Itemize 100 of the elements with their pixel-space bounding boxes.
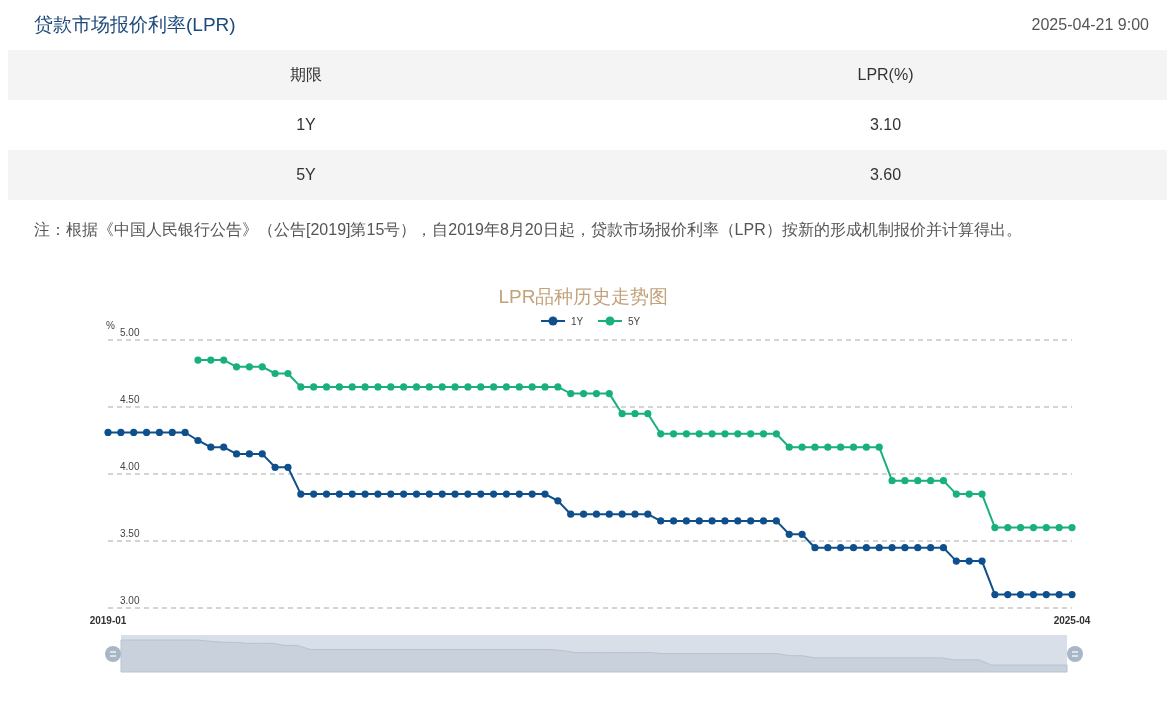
data-point	[875, 443, 883, 451]
data-point	[502, 490, 511, 498]
data-point	[759, 430, 768, 438]
data-point	[528, 383, 536, 391]
data-point	[284, 369, 292, 377]
table-cell-text: 3.10	[868, 115, 903, 135]
slider-handle[interactable]	[1067, 645, 1083, 662]
data-point	[361, 383, 369, 391]
data-point	[669, 517, 678, 525]
data-point	[554, 497, 562, 505]
data-point	[772, 430, 780, 438]
data-point	[387, 490, 395, 498]
data-point	[464, 490, 472, 498]
data-point	[1017, 523, 1025, 531]
data-point	[901, 543, 909, 552]
data-point	[605, 510, 613, 518]
data-point	[824, 443, 832, 451]
data-point	[837, 443, 845, 451]
data-point	[181, 428, 189, 436]
data-point	[682, 517, 690, 525]
data-point	[695, 430, 703, 438]
data-point	[991, 590, 999, 598]
data-point	[451, 383, 459, 391]
y-axis-unit: %	[106, 319, 115, 331]
data-point	[631, 409, 639, 418]
data-point	[1055, 523, 1063, 531]
data-point	[168, 428, 176, 436]
data-point	[130, 428, 138, 436]
chart-title: LPR品种历史走势图	[497, 286, 670, 309]
legend-label: 5Y	[628, 315, 641, 327]
x-axis-label: 2019-01	[89, 614, 127, 626]
table-cell-text: 5Y	[295, 165, 317, 185]
data-point	[952, 557, 960, 565]
data-point	[1017, 590, 1025, 598]
column-header: 期限	[289, 65, 323, 85]
data-point	[888, 476, 896, 485]
data-point	[310, 383, 318, 391]
data-point	[400, 383, 408, 391]
x-axis-label: 2025-04	[1053, 614, 1091, 626]
data-point	[631, 510, 639, 518]
data-point	[348, 383, 356, 391]
data-point	[952, 490, 960, 498]
data-point	[490, 383, 498, 391]
data-point	[387, 383, 395, 391]
data-point	[245, 363, 253, 371]
data-point	[412, 490, 421, 498]
data-point	[734, 517, 742, 525]
slider-handle[interactable]	[105, 645, 121, 662]
data-point	[811, 543, 819, 552]
data-point	[708, 517, 716, 525]
data-point	[669, 430, 678, 438]
data-point	[939, 476, 948, 485]
data-point	[297, 383, 305, 391]
data-point	[477, 383, 485, 391]
data-point	[528, 490, 536, 498]
data-point	[322, 383, 331, 391]
data-point	[708, 430, 716, 438]
data-point	[721, 430, 729, 438]
data-point	[824, 543, 832, 552]
data-point	[759, 517, 768, 525]
data-point	[914, 476, 922, 485]
data-point	[618, 510, 626, 518]
data-point	[490, 490, 498, 498]
data-point	[284, 463, 292, 471]
data-point	[657, 430, 665, 438]
data-point	[862, 443, 870, 451]
data-point	[348, 490, 356, 498]
data-point	[567, 510, 575, 518]
page-title: 贷款市场报价利率(LPR)	[34, 12, 236, 37]
data-point	[875, 543, 883, 552]
data-point	[1029, 590, 1038, 598]
data-point	[927, 543, 935, 552]
data-point	[849, 443, 858, 451]
data-point	[412, 383, 421, 391]
data-point	[1068, 523, 1076, 531]
data-point	[258, 450, 266, 458]
data-point	[1004, 590, 1012, 598]
data-point	[579, 510, 588, 518]
data-point	[682, 430, 690, 438]
data-point	[464, 383, 472, 391]
data-point	[515, 383, 523, 391]
footnote-text: 注：根据《中国人民银行公告》（公告[2019]第15号），自2019年8月20日起，贷款市场报价利率（LPR）按新的形成机制报价并计算得出。	[33, 220, 1023, 240]
data-point	[798, 443, 806, 451]
data-point	[888, 543, 896, 552]
data-point	[194, 436, 202, 444]
data-point	[1042, 523, 1050, 531]
data-point	[438, 383, 446, 391]
data-point	[271, 369, 279, 377]
data-point	[837, 543, 845, 552]
data-point	[772, 517, 780, 525]
data-point	[232, 450, 241, 458]
data-point	[361, 490, 369, 498]
data-point	[322, 490, 331, 498]
y-axis-label: 4.50	[120, 393, 140, 405]
data-point	[541, 383, 549, 391]
data-point	[862, 543, 870, 552]
data-point	[747, 517, 755, 525]
column-header: LPR(%)	[856, 65, 915, 85]
data-point	[965, 490, 973, 498]
legend-marker-icon	[540, 316, 566, 326]
